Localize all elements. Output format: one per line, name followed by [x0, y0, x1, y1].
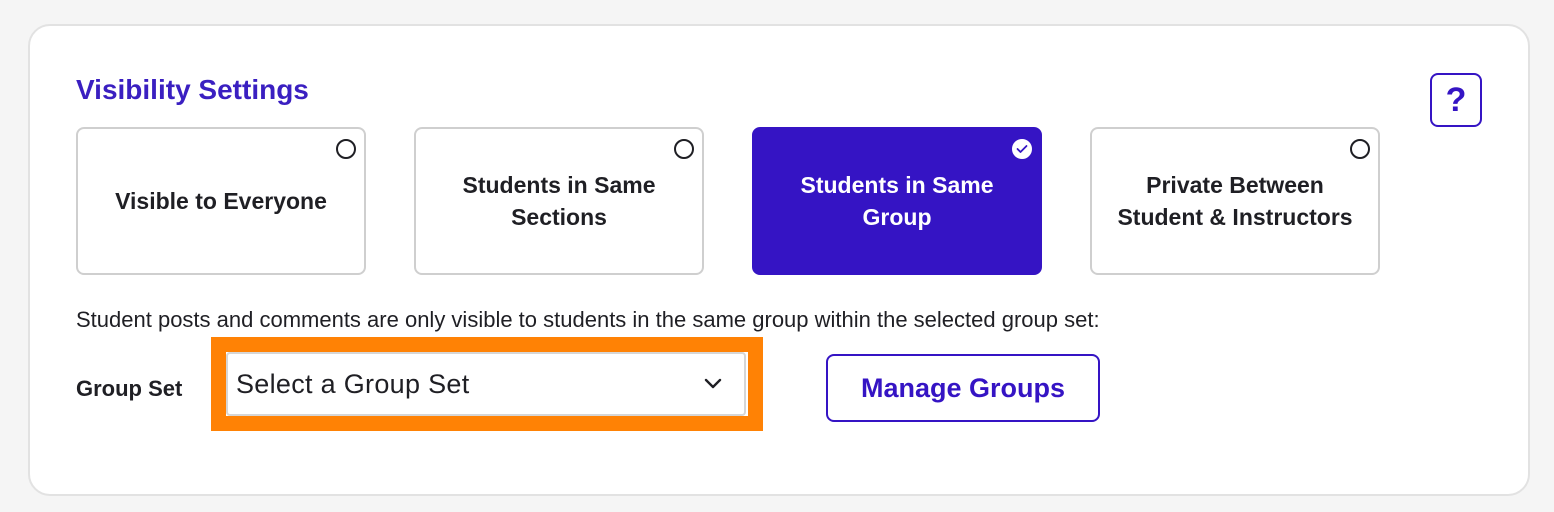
group-set-select[interactable]: Select a Group Set: [226, 352, 746, 416]
radio-circle-icon[interactable]: [674, 139, 694, 159]
option-private-student-instructors[interactable]: Private Between Student & Instructors: [1090, 127, 1380, 275]
radio-circle-icon[interactable]: [336, 139, 356, 159]
group-set-selected-value: Select a Group Set: [236, 368, 470, 399]
section-title: Visibility Settings: [76, 74, 309, 105]
option-label: Private Between Student & Instructors: [1117, 172, 1353, 230]
option-students-same-group[interactable]: Students in Same Group: [752, 127, 1042, 275]
group-set-label: Group Set: [76, 376, 183, 401]
option-label: Students in Same Sections: [462, 172, 656, 230]
radio-circle-icon[interactable]: [1350, 139, 1370, 159]
manage-groups-button[interactable]: Manage Groups: [826, 354, 1100, 422]
option-label: Students in Same Group: [800, 172, 994, 230]
option-label: Visible to Everyone: [115, 188, 327, 214]
help-button[interactable]: ?: [1430, 73, 1482, 127]
option-visible-to-everyone[interactable]: Visible to Everyone: [76, 127, 366, 275]
option-students-same-sections[interactable]: Students in Same Sections: [414, 127, 704, 275]
chevron-down-icon: [704, 378, 722, 389]
checkmark-icon[interactable]: [1012, 139, 1032, 159]
visibility-description: Student posts and comments are only visi…: [76, 307, 1100, 332]
checkmark-icon-glyph: [1016, 145, 1028, 153]
